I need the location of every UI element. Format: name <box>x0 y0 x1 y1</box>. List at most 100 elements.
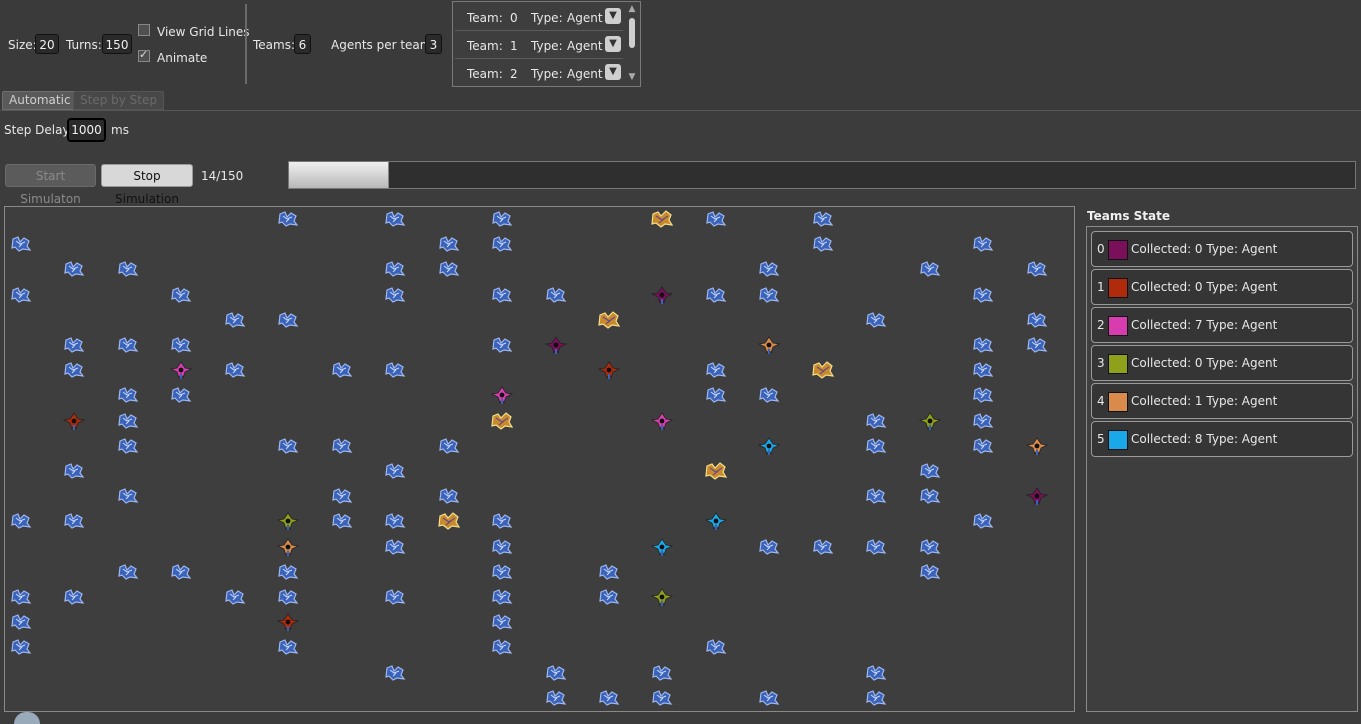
resource-icon <box>170 386 192 404</box>
resource-icon <box>598 689 620 707</box>
resource-icon <box>63 336 85 354</box>
resource-icon <box>758 260 780 278</box>
resource-icon <box>10 235 32 253</box>
agent-icon <box>276 512 300 531</box>
resource-icon <box>812 210 834 228</box>
team-index: 1 <box>1097 280 1105 294</box>
chevron-down-icon[interactable]: ▼ <box>605 64 621 80</box>
resource-icon <box>384 210 406 228</box>
resource-icon <box>758 386 780 404</box>
chevron-down-icon[interactable]: ▼ <box>605 36 621 52</box>
resource-icon <box>170 336 192 354</box>
resource-icon <box>865 664 887 682</box>
team-info: Collected: 0 Type: Agent <box>1131 242 1278 256</box>
settings-bar: Size: 20 Turns: 150 View Grid Lines Anim… <box>0 0 1361 88</box>
resource-icon <box>384 260 406 278</box>
resource-icon <box>758 538 780 556</box>
resource-icon <box>972 437 994 455</box>
resource-icon <box>10 588 32 606</box>
resource-icon <box>972 235 994 253</box>
resource-icon <box>545 689 567 707</box>
progress-fill <box>289 162 390 188</box>
team-color-swatch <box>1108 278 1128 298</box>
resource-icon <box>10 286 32 304</box>
resource-icon <box>63 361 85 379</box>
step-delay-field[interactable]: 1000 <box>67 118 106 142</box>
resource-icon <box>972 512 994 530</box>
resource-icon <box>384 538 406 556</box>
team-index: 2 <box>1097 318 1105 332</box>
gold-resource-icon <box>598 310 621 329</box>
type-select[interactable]: Agent <box>567 11 603 25</box>
resource-icon <box>331 437 353 455</box>
agent-icon <box>651 411 674 430</box>
view-grid-lines-checkbox[interactable] <box>138 24 150 36</box>
size-label: Size: <box>8 38 37 52</box>
simulation-grid <box>4 206 1075 712</box>
agent-icon <box>597 361 621 380</box>
teams-state-panel: 0 Collected: 0 Type: Agent 1 Collected: 0 T… <box>1086 226 1358 712</box>
tab-automatic[interactable]: Automatic <box>2 91 78 110</box>
resource-icon <box>331 512 353 530</box>
resource-icon <box>545 286 567 304</box>
agent-icon <box>758 437 781 455</box>
resource-icon <box>865 689 887 707</box>
step-delay-unit: ms <box>111 123 129 137</box>
resource-icon <box>919 538 941 556</box>
resource-icon <box>117 336 139 354</box>
resource-icon <box>865 487 887 505</box>
turns-field[interactable]: 150 <box>102 34 132 54</box>
size-field[interactable]: 20 <box>35 34 59 54</box>
type-select[interactable]: Agent <box>567 39 603 53</box>
stop-simulation-button[interactable]: Stop Simulation <box>101 164 193 206</box>
view-grid-lines-label[interactable]: View Grid Lines <box>157 25 250 39</box>
resource-icon <box>758 286 780 304</box>
turn-counter: 14/150 <box>201 169 244 183</box>
resource-icon <box>705 638 727 656</box>
resource-icon <box>224 361 246 379</box>
resource-icon <box>384 462 406 480</box>
animate-checkbox[interactable] <box>138 48 150 62</box>
chevron-down-icon[interactable]: ▼ <box>605 8 621 24</box>
resource-icon <box>331 487 353 505</box>
teams-field[interactable]: 6 <box>294 34 311 54</box>
resource-icon <box>224 588 246 606</box>
team-color-swatch <box>1108 240 1128 260</box>
team-state-row: 2 Collected: 7 Type: Agent <box>1091 307 1353 343</box>
scroll-thumb[interactable] <box>629 18 635 48</box>
agents-per-team-field[interactable]: 3 <box>425 34 442 54</box>
team-state-row: 5 Collected: 8 Type: Agent <box>1091 421 1353 457</box>
type-select[interactable]: Agent <box>567 67 603 81</box>
resource-icon <box>1026 336 1048 354</box>
tab-step-by-step[interactable]: Step by Step <box>73 91 164 110</box>
animate-label[interactable]: Animate <box>157 51 207 65</box>
resource-icon <box>491 235 513 253</box>
resource-icon <box>10 638 32 656</box>
resource-icon <box>598 588 620 606</box>
team-config-list: Team: 0 Type: Agent ▼ Team: 1 Type: Agen… <box>452 1 641 87</box>
resource-icon <box>63 260 85 278</box>
team-list-scrollbar[interactable]: ▲ ▼ <box>626 4 638 84</box>
resource-icon <box>117 437 139 455</box>
scroll-up-icon[interactable]: ▲ <box>627 4 637 14</box>
resource-icon <box>865 538 887 556</box>
team-state-row: 1 Collected: 0 Type: Agent <box>1091 269 1353 305</box>
agent-icon <box>276 537 300 556</box>
resource-icon <box>438 235 460 253</box>
teams-state-title: Teams State <box>1087 209 1171 223</box>
team-state-row: 4 Collected: 1 Type: Agent <box>1091 383 1353 419</box>
team-color-swatch <box>1108 392 1128 412</box>
team-info: Collected: 0 Type: Agent <box>1131 356 1278 370</box>
agents-per-team-label: Agents per team: <box>331 38 436 52</box>
resource-icon <box>384 664 406 682</box>
agent-icon <box>758 336 781 355</box>
team-config-row: Team: 0 Type: Agent ▼ <box>455 4 623 31</box>
start-simulation-button[interactable]: Start Simulaton <box>5 164 96 206</box>
agent-icon <box>170 361 193 380</box>
agent-icon <box>651 285 674 304</box>
agent-icon <box>490 386 514 405</box>
resource-icon <box>705 361 727 379</box>
team-label: Team: <box>467 39 503 53</box>
resource-icon <box>491 638 513 656</box>
scroll-down-icon[interactable]: ▼ <box>627 72 637 82</box>
